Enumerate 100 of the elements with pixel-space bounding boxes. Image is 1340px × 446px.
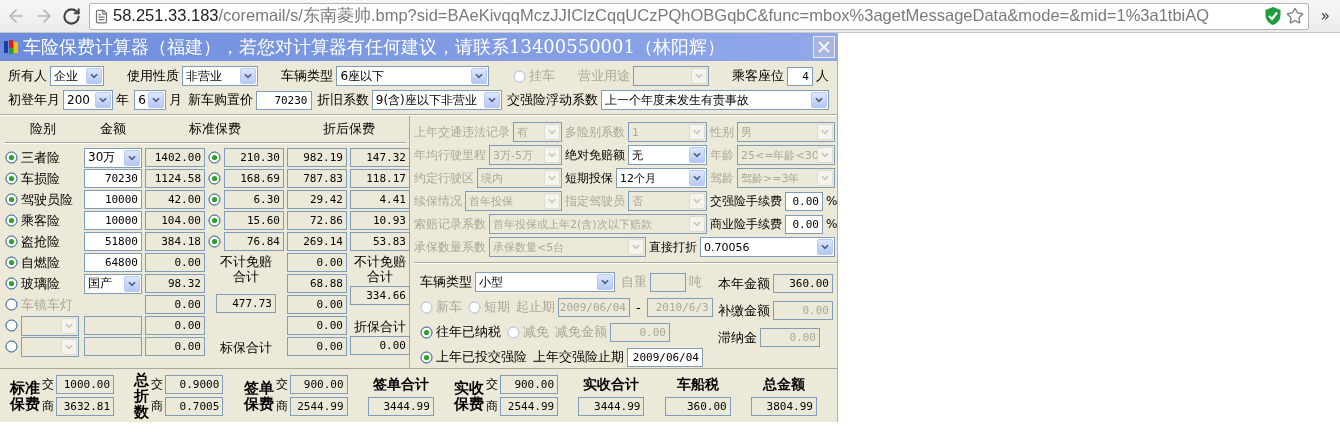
summary-label: 实收保费 bbox=[454, 379, 485, 412]
dropdown[interactable]: 200 bbox=[63, 90, 113, 110]
dropdown[interactable]: 30万 bbox=[84, 147, 142, 168]
radio-button[interactable] bbox=[208, 172, 221, 185]
chevron-down-icon bbox=[817, 239, 833, 255]
radio-button[interactable]: 往年已纳税 bbox=[420, 323, 501, 341]
premium-field: 98.32 bbox=[145, 274, 205, 293]
radio-icon bbox=[5, 151, 18, 164]
radio-icon bbox=[5, 319, 18, 332]
subtotal-label: 不计免赔合计 bbox=[219, 254, 273, 284]
premium-field: 15.60 bbox=[224, 211, 284, 230]
address-bar[interactable]: 58.251.33.183/coremail/s/东南菱帅.bmp?sid=BAeKivqqMczJJIClzCqqUCzPQhOBGqbC&func=mbox%3agetMessageData&mode=&mid=1%3a1tbiAQ bbox=[89, 2, 1309, 30]
unit-label: % bbox=[826, 194, 838, 208]
unit-label: 月 bbox=[169, 91, 183, 109]
total-field: 0.00 bbox=[350, 336, 410, 355]
input-field[interactable] bbox=[84, 316, 142, 335]
dropdown[interactable]: 6 bbox=[134, 90, 167, 110]
dropdown[interactable]: 非营业 bbox=[182, 66, 259, 86]
dropdown[interactable]: 小型 bbox=[475, 272, 615, 292]
page-icon bbox=[94, 8, 109, 24]
premium-field: 29.42 bbox=[287, 190, 347, 209]
dropdown[interactable]: 9(含)座以下非营业 bbox=[371, 90, 502, 110]
radio-button[interactable]: 乘客险 bbox=[5, 211, 60, 230]
field-label: 年龄 bbox=[710, 146, 734, 164]
dropdown[interactable]: 12个月 bbox=[616, 168, 707, 188]
input-field[interactable]: 4 bbox=[786, 66, 813, 86]
radio-button[interactable] bbox=[208, 235, 221, 248]
chevron-down-icon bbox=[689, 124, 705, 140]
unit-label: 吨 bbox=[689, 273, 702, 291]
summary-label: 签单保费 bbox=[243, 379, 274, 412]
input-field[interactable]: 10000 bbox=[84, 190, 142, 209]
shield-check-icon[interactable] bbox=[1263, 6, 1282, 26]
input-field[interactable]: 70230 bbox=[255, 90, 312, 110]
dropdown[interactable]: 0.70056 bbox=[700, 237, 835, 257]
radio-button[interactable] bbox=[208, 193, 221, 206]
close-button[interactable] bbox=[813, 36, 835, 58]
input-field[interactable]: 10000 bbox=[84, 211, 142, 230]
radio-button[interactable]: 驾驶员险 bbox=[5, 190, 73, 209]
radio-button[interactable]: 玻璃险 bbox=[5, 274, 60, 293]
dropdown[interactable]: 无 bbox=[628, 145, 707, 165]
star-icon[interactable] bbox=[1285, 7, 1304, 25]
input-field[interactable]: 0.00 bbox=[785, 214, 823, 234]
dropdown[interactable]: 6座以下 bbox=[336, 66, 490, 86]
amount-field: 3804.99 bbox=[750, 396, 817, 416]
field-label: 驾龄 bbox=[710, 169, 734, 187]
field-label: 上年交强险止期 bbox=[533, 348, 624, 366]
url-text: 58.251.33.183/coremail/s/东南菱帅.bmp?sid=BAeKivqqMczJJIClzCqqUCzPQhOBGqbC&func=mbox%3agetMessageData&mode=&mid=1%3a1tbiAQ bbox=[113, 5, 1211, 26]
amount-field: 3632.81 bbox=[56, 397, 114, 416]
amount-field: 0.00 bbox=[760, 328, 820, 347]
field-label: 索赔记录系数 bbox=[414, 215, 486, 233]
input-field[interactable]: 2009/06/04 bbox=[627, 347, 703, 367]
radio-button[interactable]: 上年已投交强险 bbox=[420, 348, 527, 366]
summary-label: 签单合计 bbox=[372, 375, 429, 394]
more-button[interactable]: » bbox=[1316, 7, 1334, 25]
chevron-down-icon bbox=[95, 92, 111, 108]
dropdown[interactable]: 上一个年度未发生有责事故 bbox=[601, 90, 829, 110]
amount-field: 360.00 bbox=[773, 274, 833, 293]
total-label: 折保合计 bbox=[353, 319, 407, 334]
unit-label: % bbox=[826, 217, 838, 231]
input-field[interactable]: 64800 bbox=[84, 253, 142, 272]
premium-field: 147.32 bbox=[350, 148, 410, 167]
radio-button[interactable] bbox=[208, 151, 221, 164]
window-title: 车险保费计算器（福建），若您对计算器有任何建议，请联系13400550001（林阳辉） bbox=[23, 35, 726, 59]
amount-field: 900.00 bbox=[289, 375, 348, 394]
premium-field: 0.00 bbox=[287, 295, 347, 314]
chevron-down-icon bbox=[689, 193, 705, 209]
radio-icon bbox=[5, 214, 18, 227]
radio-button[interactable]: 自燃险 bbox=[5, 253, 60, 272]
column-header: 标准保费 bbox=[188, 120, 241, 138]
chevron-down-icon bbox=[124, 149, 140, 166]
range-separator: - bbox=[636, 299, 641, 315]
dropdown[interactable]: 企业 bbox=[50, 66, 104, 86]
input-field[interactable]: 70230 bbox=[84, 169, 142, 188]
radio-button[interactable] bbox=[208, 214, 221, 227]
field-label: 商 bbox=[151, 398, 164, 415]
input-field[interactable]: 51800 bbox=[84, 232, 142, 251]
column-header: 险别 bbox=[30, 120, 56, 138]
radio-button[interactable]: 三者险 bbox=[5, 148, 60, 167]
dropdown[interactable]: 国产 bbox=[84, 273, 142, 294]
reload-icon[interactable] bbox=[62, 6, 81, 26]
subtotal-label: 不计免赔合计 bbox=[353, 254, 407, 284]
radio-icon bbox=[468, 300, 481, 314]
radio-button[interactable]: 盗抢险 bbox=[5, 232, 60, 251]
amount-field: 0.00 bbox=[773, 301, 833, 320]
field-label: 交 bbox=[42, 376, 54, 393]
chevron-down-icon bbox=[148, 92, 165, 108]
premium-field: 4.41 bbox=[350, 190, 410, 209]
summary-label: 实收合计 bbox=[583, 375, 640, 394]
subtotal-field: 477.73 bbox=[216, 293, 276, 313]
input-field[interactable] bbox=[84, 337, 142, 356]
field-label: 补缴金额 bbox=[718, 301, 770, 320]
radio-icon bbox=[208, 193, 221, 206]
column-header: 金额 bbox=[100, 120, 126, 138]
app-icon bbox=[3, 39, 19, 55]
premium-field: 0.00 bbox=[145, 253, 205, 272]
chevron-down-icon bbox=[86, 68, 102, 84]
radio-button[interactable]: 车损险 bbox=[5, 169, 60, 188]
premium-field: 0.00 bbox=[145, 316, 205, 335]
field-label: 多险别系数 bbox=[565, 123, 625, 141]
input-field[interactable]: 0.00 bbox=[785, 191, 823, 211]
